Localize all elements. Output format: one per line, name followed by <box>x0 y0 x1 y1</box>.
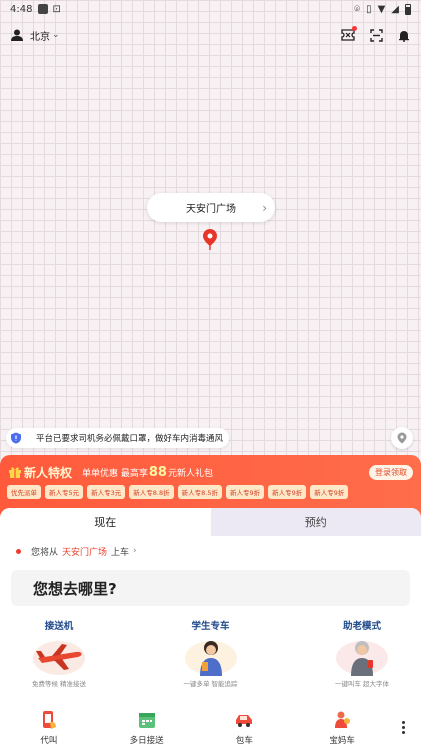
pickup-prefix: 您将从 <box>31 547 59 558</box>
more-menu-button[interactable] <box>391 721 415 734</box>
promo-title: 新人特权 <box>24 465 73 480</box>
map-pin-icon <box>203 229 217 250</box>
destination-placeholder: 您想去哪里? <box>33 579 117 598</box>
city-selector[interactable]: 北京 ⌄ <box>30 28 60 43</box>
car-icon <box>236 714 253 727</box>
more-dot <box>401 726 405 729</box>
tab-now[interactable]: 现在 <box>0 508 211 536</box>
service-title: 助老模式 <box>342 621 381 632</box>
scan-button[interactable] <box>369 28 383 42</box>
locate-me-button[interactable] <box>391 427 413 449</box>
status-time: 4:48 <box>10 3 33 15</box>
coupon-chip: 新人专3元 <box>87 485 126 499</box>
more-dot <box>401 721 405 724</box>
mom-baby-icon <box>335 711 351 728</box>
shield-icon <box>11 432 21 444</box>
coupon-chip: 新人专9折 <box>268 485 307 499</box>
nav-label: 宝妈车 <box>329 735 355 746</box>
safety-notice: 平台已要求司机务必佩戴口罩，做好车内消毒通风 <box>6 428 230 448</box>
gift-icon <box>9 467 21 478</box>
pickup-location-pill[interactable]: 天安门广场 › <box>147 193 275 222</box>
service-title: 接送机 <box>44 621 74 632</box>
location-status-icon: ⌾ <box>354 3 361 15</box>
ticket-badge <box>352 26 357 31</box>
ticket-button[interactable] <box>341 26 357 42</box>
service-list: 接送机 免费等候 精准接送 学生专车 一键多单 智能追踪 助老模式 一键叫车 超… <box>0 606 421 688</box>
notifications-button[interactable] <box>397 28 411 42</box>
service-desc: 免费等候 精准接送 <box>31 680 87 688</box>
coupon-list: 优先派单 新人专5元 新人专3元 新人专8.8折 新人专8.5折 新人专9折 新人专9折 新人… <box>0 481 421 503</box>
nav-item-charter[interactable]: 包车 <box>196 710 294 746</box>
city-label: 北京 <box>30 31 50 43</box>
pickup-location-label: 天安门广场 <box>186 204 236 215</box>
wifi-icon: ▼ <box>377 3 386 15</box>
more-dot <box>401 731 405 734</box>
bottom-nav: 代叫 多日接送 包车 宝妈车 <box>0 705 421 750</box>
promo-subtitle-post: 元新人礼包 <box>167 468 213 479</box>
user-icon[interactable] <box>10 28 24 42</box>
nav-label: 多日接送 <box>129 735 164 746</box>
promo-subtitle: 单单优惠 最高享88元新人礼包 <box>82 465 213 480</box>
service-title: 学生专车 <box>191 621 230 632</box>
nav-item-mom-car[interactable]: 宝妈车 <box>293 710 391 746</box>
pickup-dot-icon <box>16 548 21 554</box>
airplane-icon <box>33 641 85 675</box>
student-icon <box>184 641 237 676</box>
coupon-chip: 新人专9折 <box>225 485 265 499</box>
nav-item-proxy-call[interactable]: 代叫 <box>0 710 98 746</box>
top-bar: 北京 ⌄ <box>0 22 421 48</box>
service-student-car[interactable]: 学生专车 一键多单 智能追踪 <box>166 618 256 688</box>
coupon-chip: 新人专8.5折 <box>177 485 222 499</box>
pickup-suffix: 上车 <box>111 547 130 558</box>
service-desc: 一键叫车 超大字体 <box>334 680 390 688</box>
elderly-icon <box>336 641 388 676</box>
coupon-chip: 优先派单 <box>7 485 41 499</box>
nav-item-multi-day[interactable]: 多日接送 <box>98 710 196 746</box>
coupon-chip: 新人专5元 <box>45 485 84 499</box>
chevron-down-icon: ⌄ <box>52 30 60 40</box>
nav-label: 代叫 <box>40 735 58 746</box>
calendar-icon <box>138 712 155 728</box>
destination-input[interactable]: 您想去哪里? <box>11 570 410 606</box>
phone-hand-icon <box>42 710 56 729</box>
promo-amount: 88 <box>148 464 167 480</box>
tab-reserve[interactable]: 预约 <box>210 508 421 536</box>
service-elderly-mode[interactable]: 助老模式 一键叫车 超大字体 <box>317 618 407 688</box>
nav-label: 包车 <box>235 735 253 746</box>
chevron-right-icon: › <box>262 200 267 215</box>
ride-time-tabs: 现在 预约 <box>0 508 421 536</box>
pickup-place: 天安门广场 <box>62 547 108 558</box>
vibrate-icon: ▯ <box>366 3 372 15</box>
service-airport-transfer[interactable]: 接送机 免费等候 精准接送 <box>14 618 104 688</box>
scan-icon <box>369 28 383 42</box>
safety-notice-text: 平台已要求司机务必佩戴口罩，做好车内消毒通风 <box>36 434 224 444</box>
notification-icon <box>38 4 49 14</box>
service-desc: 一键多单 智能追踪 <box>183 680 238 688</box>
location-icon <box>397 432 407 444</box>
status-bar: 4:48 ⊡ ⌾ ▯ ▼ ◢ <box>0 0 421 18</box>
app-notification-icon: ⊡ <box>52 3 61 15</box>
battery-icon <box>405 3 411 15</box>
login-claim-button[interactable]: 登录领取 <box>369 464 413 480</box>
coupon-chip: 新人专8.8折 <box>129 485 174 499</box>
pickup-row[interactable]: 您将从 天安门广场 上车 › <box>0 540 421 562</box>
signal-icon: ◢ <box>391 3 399 15</box>
bell-icon <box>399 30 409 42</box>
coupon-chip: 新人专9折 <box>310 485 349 499</box>
chevron-right-icon: › <box>133 546 137 556</box>
promo-subtitle-pre: 单单优惠 最高享 <box>82 468 148 479</box>
